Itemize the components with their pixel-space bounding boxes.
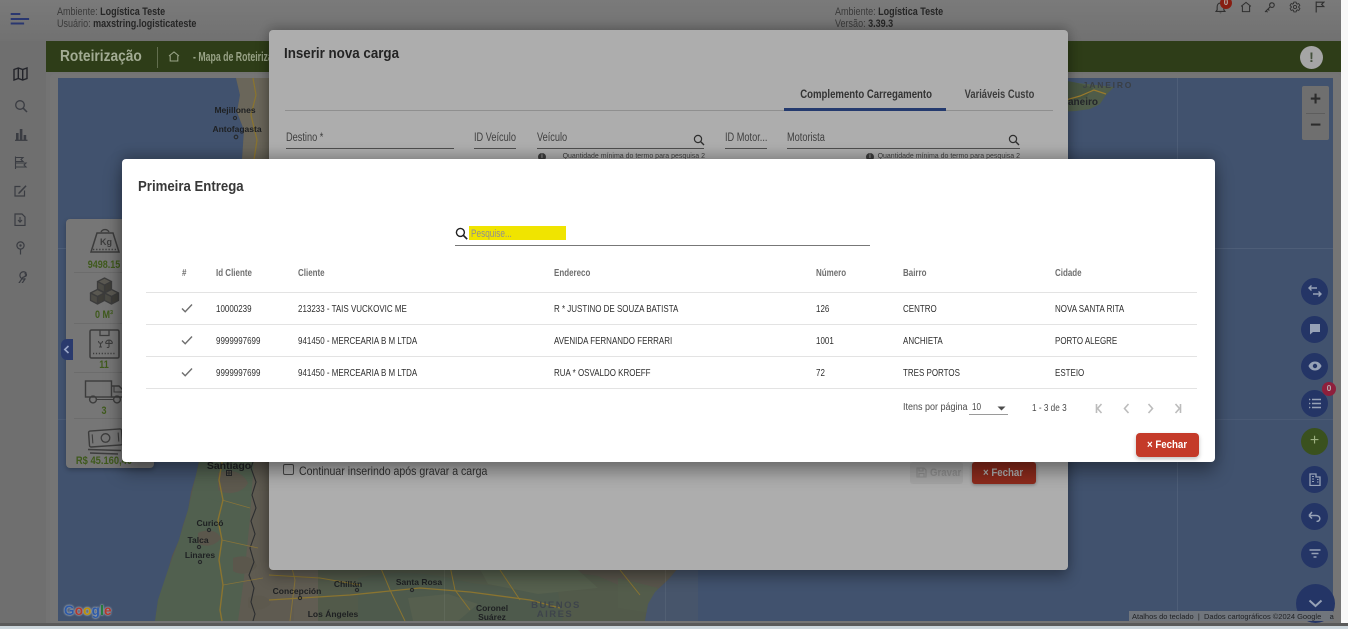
svg-text:Talca: Talca	[187, 535, 208, 545]
svg-text:AIRES: AIRES	[537, 609, 574, 620]
svg-text:aneiro: aneiro	[1068, 97, 1098, 108]
svg-text:Chillán: Chillán	[334, 579, 362, 589]
svg-text:Linares: Linares	[185, 550, 216, 560]
svg-text:Kg: Kg	[100, 237, 112, 247]
svg-text:Mejillones: Mejillones	[214, 105, 255, 115]
svg-text:Curicó: Curicó	[197, 518, 224, 528]
svg-text:Suárez: Suárez	[478, 612, 506, 621]
svg-text:Santa Rosa: Santa Rosa	[396, 577, 443, 587]
svg-text:Los Ángeles: Los Ángeles	[308, 609, 359, 619]
svg-text:Antofagasta: Antofagasta	[212, 124, 261, 134]
svg-text:Concepción: Concepción	[273, 586, 322, 596]
svg-text:JANEIRO: JANEIRO	[1083, 80, 1133, 90]
